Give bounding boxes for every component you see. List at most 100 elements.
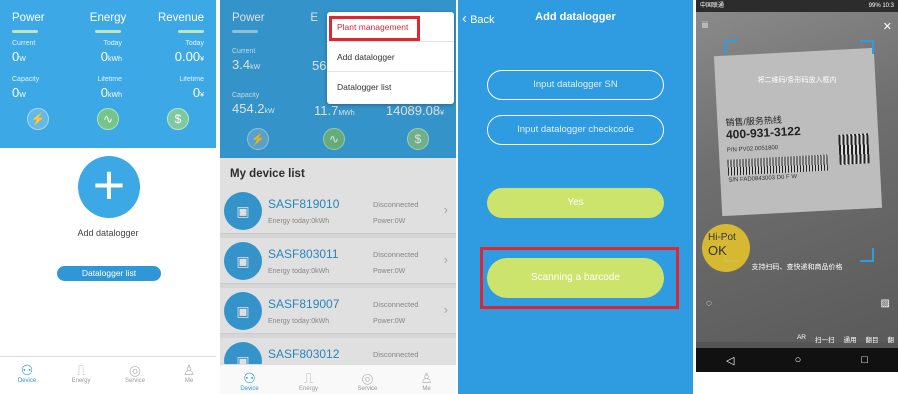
tab-revenue[interactable]: Revenue <box>144 12 204 24</box>
device-name: SASF819007 <box>268 297 340 311</box>
device-status: Disconnected <box>373 300 419 309</box>
tab-general[interactable]: 通用 <box>844 334 857 344</box>
stat-lifetime-revenue: Lifetime 0¥ <box>179 76 204 100</box>
nav-service[interactable]: ◎ Service <box>115 357 155 394</box>
scan-hint: 将二维码/条形码放入框内 <box>757 77 837 84</box>
lightning-icon[interactable]: ⚡ <box>27 108 49 130</box>
android-nav-bar: ◁ ○ □ <box>696 348 898 372</box>
menu-item-add-datalogger[interactable]: Add datalogger <box>327 42 454 72</box>
gallery-icon[interactable]: iii <box>702 20 708 30</box>
tab-translate[interactable]: 翻目 <box>866 334 879 344</box>
device-power: Power:0W <box>373 318 406 325</box>
nav-me[interactable]: ♙ Me <box>169 357 209 394</box>
camera-preview: 销售/服务热线 400-931-3122 P/N PV02.0051800 S/… <box>696 12 898 342</box>
add-datalogger-label: Add datalogger <box>77 228 139 238</box>
tab-underline <box>178 30 204 33</box>
service-icon: ◎ <box>361 370 374 386</box>
summary-tabs: Power Energy Revenue <box>0 12 216 24</box>
scan-support-hint: 支持扫码、查快递和商品价格 <box>751 264 843 271</box>
device-energy: Energy today:0kWh <box>268 268 330 275</box>
nav-service[interactable]: ◎ Service <box>348 365 388 394</box>
menu-item-datalogger-list[interactable]: Datalogger list <box>327 72 454 102</box>
highlight-box <box>329 16 420 41</box>
nav-device[interactable]: ⚇ Device <box>230 365 270 394</box>
device-name: SASF819010 <box>268 197 340 211</box>
device-icon: ⚇ <box>243 370 256 386</box>
bottom-nav: ⚇ Device ⎍ Energy ◎ Service ♙ Me <box>220 364 456 394</box>
device-list-title: My device list <box>220 158 456 188</box>
tab-energy[interactable]: E <box>275 12 318 24</box>
chart-icon[interactable]: ∿ <box>97 108 119 130</box>
lightning-icon[interactable]: ⚡ <box>247 128 269 150</box>
bottom-nav: ⚇ Device ⎍ Energy ◎ Service ♙ Me <box>0 356 216 394</box>
tab-scan[interactable]: 扫一扫 <box>815 334 835 344</box>
chevron-right-icon: › <box>443 252 448 267</box>
datalogger-icon: ▣ <box>224 192 262 230</box>
device-energy: Energy today:0kWh <box>268 318 330 325</box>
yes-button[interactable]: Yes <box>487 188 664 218</box>
summary-tabs: Power E <box>220 12 330 24</box>
device-status: Disconnected <box>373 200 419 209</box>
chevron-right-icon: › <box>443 302 448 317</box>
top-bar: ‹ Back Add datalogger <box>458 0 693 36</box>
device-row[interactable]: ▣ SASF803011 Disconnected Energy today:0… <box>220 238 456 284</box>
back-triangle-icon[interactable]: ◁ <box>726 354 734 367</box>
energy-icon: ⎍ <box>303 370 314 386</box>
datalogger-icon: ▣ <box>224 242 262 280</box>
device-list-screen: Power E Current 3.4kW 56 Capacity 454.2k… <box>220 0 456 394</box>
highlight-box <box>480 247 679 309</box>
stat-today-revenue: Today 0.00¥ <box>174 40 204 64</box>
nav-me[interactable]: ♙ Me <box>407 365 447 394</box>
close-icon[interactable]: ✕ <box>883 20 892 33</box>
device-power: Power:0W <box>373 268 406 275</box>
device-status: Disconnected <box>373 250 419 259</box>
datalogger-list-button[interactable]: Datalogger list <box>57 266 161 281</box>
tab-power[interactable]: Power <box>12 12 72 24</box>
energy-icon: ⎍ <box>76 362 86 378</box>
stat-current: Current 3.4kW <box>232 48 261 72</box>
chart-icon[interactable]: ∿ <box>323 128 345 150</box>
person-icon: ♙ <box>182 362 196 378</box>
dollar-icon[interactable]: $ <box>407 128 429 150</box>
barcode-scanner-screen: 中国联通 99% 10:3 销售/服务热线 400-931-3122 P/N P… <box>696 0 898 372</box>
home-circle-icon[interactable]: ○ <box>795 354 802 366</box>
nav-device[interactable]: ⚇ Device <box>7 357 47 394</box>
device-row[interactable]: ▣ SASF819007 Disconnected Energy today:0… <box>220 288 456 334</box>
device-power: Power:0W <box>373 218 406 225</box>
tab-power[interactable]: Power <box>232 12 275 24</box>
stat-capacity: Capacity 0W <box>12 76 40 100</box>
stat-today-energy: 56 <box>312 58 327 73</box>
person-icon: ♙ <box>420 370 433 386</box>
tab-underline <box>95 30 121 33</box>
stat-current: Current 0W <box>12 40 36 64</box>
device-energy: Energy today:0kWh <box>268 218 330 225</box>
scan-frame <box>724 40 874 262</box>
datalogger-icon: ▣ <box>224 292 262 330</box>
flashlight-icon[interactable]: ◌ <box>706 298 712 309</box>
device-name: SASF803011 <box>268 247 339 261</box>
album-icon[interactable]: ▨ <box>881 298 890 309</box>
recents-square-icon[interactable]: □ <box>861 354 868 366</box>
datalogger-checkcode-input[interactable]: Input datalogger checkcode <box>487 115 664 145</box>
status-bar: 中国联通 99% 10:3 <box>696 0 898 12</box>
device-status: Disconnected <box>373 350 419 359</box>
tab-more[interactable]: 翻 <box>888 334 895 344</box>
stat-today-energy: Today 0kWh <box>100 40 122 64</box>
tab-underline <box>12 30 38 33</box>
service-icon: ◎ <box>128 362 142 378</box>
nav-energy[interactable]: ⎍ Energy <box>289 365 329 394</box>
stat-lifetime-energy: Lifetime 0kWh <box>97 76 122 100</box>
page-title: Add datalogger <box>535 11 616 23</box>
device-row[interactable]: ▣ SASF819010 Disconnected Energy today:0… <box>220 188 456 234</box>
tab-energy[interactable]: Energy <box>78 12 138 24</box>
chevron-right-icon: › <box>443 202 448 217</box>
dollar-icon[interactable]: $ <box>167 108 189 130</box>
stat-capacity: Capacity 454.2kW <box>232 92 275 116</box>
add-datalogger-button[interactable]: + <box>78 156 140 218</box>
tab-ar[interactable]: AR <box>797 334 806 344</box>
device-icon: ⚇ <box>20 362 34 378</box>
tab-underline <box>232 30 258 33</box>
nav-energy[interactable]: ⎍ Energy <box>61 357 101 394</box>
datalogger-sn-input[interactable]: Input datalogger SN <box>487 70 664 100</box>
device-name: SASF803012 <box>268 347 340 361</box>
